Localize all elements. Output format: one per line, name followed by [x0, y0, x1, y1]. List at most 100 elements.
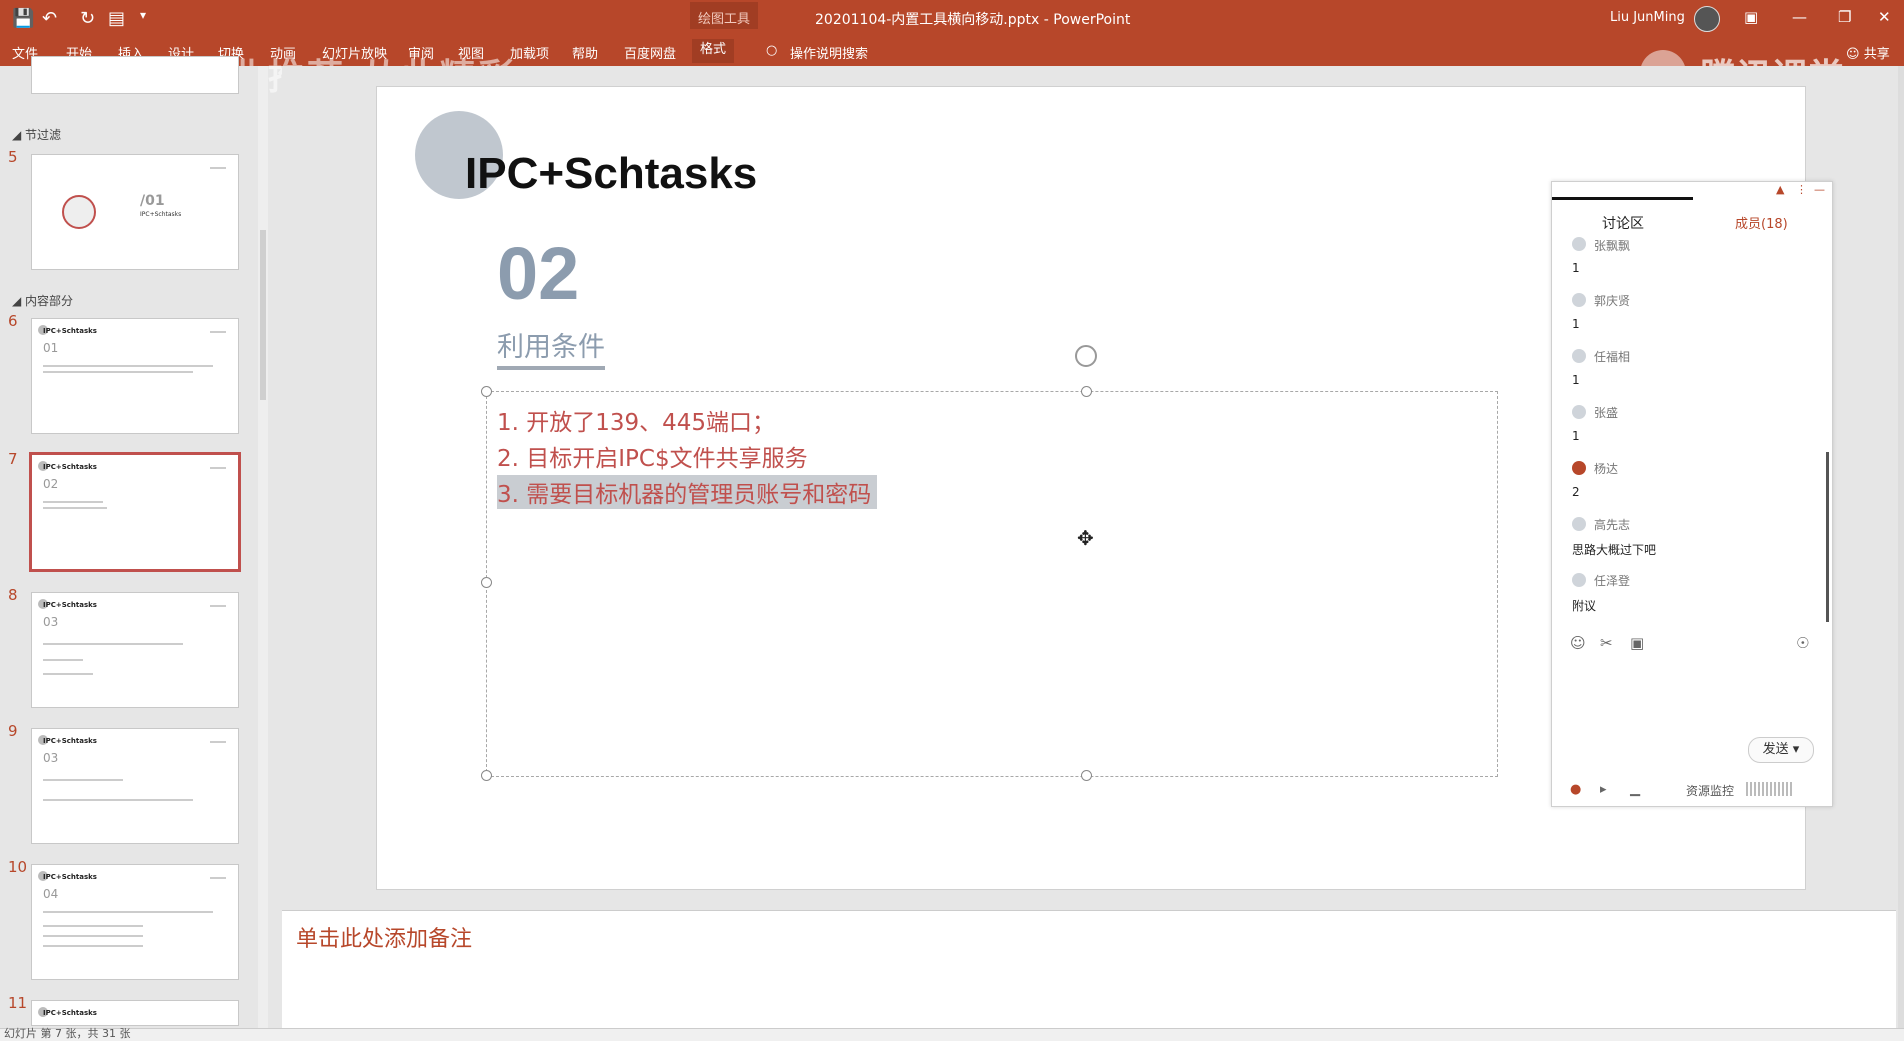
signal-icon[interactable]: ▁ [1630, 782, 1640, 797]
rotate-handle-icon[interactable] [1075, 345, 1097, 367]
bullet-item[interactable]: 2. 目标开启IPC$文件共享服务 [497, 439, 808, 473]
thumbnail-scrollbar[interactable] [258, 66, 268, 1028]
avatar[interactable] [1694, 6, 1720, 32]
thumb-text-line [43, 779, 123, 781]
thumb-title: IPC+Schtasks [43, 737, 97, 745]
user-avatar-icon [1572, 237, 1586, 251]
user-name[interactable]: Liu JunMing [1610, 10, 1685, 25]
notes-placeholder[interactable]: 单击此处添加备注 [296, 921, 472, 953]
resize-handle[interactable] [481, 386, 492, 397]
status-bar: 幻灯片 第 7 张，共 31 张 [0, 1027, 1904, 1041]
customize-qat-icon[interactable]: ▾ [140, 8, 146, 22]
slide-thumbnail[interactable]: IPC+Schtasks 03 [31, 592, 239, 708]
thumb-text-line [43, 643, 183, 645]
thumb-subtitle: IPC+Schtasks [140, 211, 182, 218]
slide-counter: 幻灯片 第 7 张，共 31 张 [4, 1027, 131, 1040]
share-button[interactable]: ☺ 共享 [1846, 43, 1890, 62]
thumb-corner-mark [210, 167, 226, 169]
resize-handle[interactable] [1081, 386, 1092, 397]
ribbon-display-icon[interactable]: ▣ [1744, 8, 1758, 26]
user-avatar-icon [1572, 405, 1586, 419]
thumb-title: IPC+Schtasks [43, 873, 97, 881]
move-cursor-icon: ✥ [1077, 526, 1094, 550]
user-avatar-icon [1572, 573, 1586, 587]
thumbnail-scroll-thumb[interactable] [260, 230, 266, 400]
thumb-title: IPC+Schtasks [43, 463, 97, 471]
undo-icon[interactable]: ↶ [42, 8, 57, 29]
bullet-item-selected[interactable]: 3. 需要目标机器的管理员账号和密码 [497, 475, 878, 509]
thumb-text-line [43, 501, 103, 503]
emoji-icon[interactable]: ☺ [1570, 634, 1586, 652]
minimize-icon[interactable]: — [1814, 183, 1825, 196]
user-avatar-icon [1572, 461, 1586, 475]
slide-thumbnail[interactable] [31, 56, 239, 94]
slide-number: 6 [8, 312, 18, 330]
slide-number: 5 [8, 148, 18, 166]
context-tool-label: 绘图工具 [690, 2, 759, 29]
slide-thumbnail[interactable]: IPC+Schtasks 03 [31, 728, 239, 844]
thumb-number: 03 [43, 615, 59, 629]
resource-monitor-label[interactable]: 资源监控 [1686, 782, 1734, 799]
slide-thumbnail[interactable]: /01 IPC+Schtasks [31, 154, 239, 270]
message-author: 张飘飘 [1594, 239, 1631, 253]
thumb-title: IPC+Schtasks [43, 327, 97, 335]
menu-format[interactable]: 格式 [692, 39, 735, 63]
thumb-title: /01 [140, 193, 165, 209]
message-author: 任福相 [1594, 350, 1631, 364]
menu-baidu[interactable]: 百度网盘 [624, 43, 676, 62]
tab-discussion[interactable]: 讨论区 [1602, 213, 1644, 233]
microphone-icon[interactable]: ● [1570, 782, 1581, 797]
thumb-text-line [43, 371, 193, 373]
notes-pane[interactable]: 单击此处添加备注 [282, 910, 1896, 1029]
tell-me-search[interactable]: 操作说明搜索 [790, 43, 868, 62]
bullet-item[interactable]: 1. 开放了139、445端口； [497, 403, 775, 437]
thumb-graphic [62, 195, 96, 229]
section-label: 节过滤 [25, 128, 62, 142]
slide-thumbnail[interactable]: IPC+Schtasks [31, 1000, 239, 1026]
slide-thumbnail[interactable]: IPC+Schtasks 01 [31, 318, 239, 434]
minimize-icon[interactable]: — [1792, 8, 1807, 26]
save-icon[interactable]: 💾 [12, 8, 34, 29]
resize-handle[interactable] [481, 577, 492, 588]
speaker-icon[interactable]: ▸ [1600, 782, 1607, 797]
slide-thumbnail-selected[interactable]: IPC+Schtasks 02 [29, 452, 241, 572]
close-icon[interactable]: ✕ [1878, 8, 1891, 26]
message-text: 1 [1572, 261, 1580, 275]
message-author: 任泽登 [1594, 574, 1631, 588]
settings-icon[interactable]: ☉ [1796, 634, 1809, 652]
thumb-corner-mark [210, 741, 226, 743]
section-number[interactable]: 02 [497, 231, 579, 316]
present-icon[interactable]: ▤ [108, 8, 125, 29]
restore-icon[interactable]: ❐ [1838, 8, 1851, 26]
section-label: 内容部分 [25, 294, 74, 308]
redo-icon[interactable]: ↻ [80, 8, 95, 29]
section-header[interactable]: ◢ 节过滤 [12, 126, 61, 143]
resource-bars [1746, 782, 1794, 796]
slide-subheading[interactable]: 利用条件 [497, 325, 605, 370]
resize-handle[interactable] [481, 770, 492, 781]
thumb-text-line [43, 911, 213, 913]
resize-handle[interactable] [1081, 770, 1092, 781]
user-avatar-icon [1572, 349, 1586, 363]
more-icon[interactable]: ⋮ [1796, 183, 1807, 196]
message-text: 思路大概过下吧 [1572, 543, 1657, 557]
slide-title[interactable]: IPC+Schtasks [465, 149, 757, 199]
send-button[interactable]: 发送 ▾ [1748, 737, 1814, 763]
thumb-text-line [43, 507, 107, 509]
image-icon[interactable]: ▣ [1630, 634, 1644, 652]
tab-members[interactable]: 成员(18) [1735, 213, 1788, 232]
menu-help[interactable]: 帮助 [572, 43, 598, 62]
chat-scrollbar[interactable] [1826, 452, 1829, 622]
thumb-text-line [43, 659, 83, 661]
thumb-number: 01 [43, 341, 59, 355]
thumb-text-line [43, 365, 213, 367]
vertical-scrollbar[interactable] [1898, 66, 1904, 1028]
pin-icon[interactable]: ▲ [1776, 183, 1784, 196]
scissors-icon[interactable]: ✂ [1600, 634, 1613, 652]
message-text: 1 [1572, 317, 1580, 331]
thumb-text-line [43, 945, 143, 947]
message-author: 高先志 [1594, 518, 1631, 532]
slide-thumbnail[interactable]: IPC+Schtasks 04 [31, 864, 239, 980]
slide-number: 8 [8, 586, 18, 604]
section-header[interactable]: ◢ 内容部分 [12, 292, 73, 309]
